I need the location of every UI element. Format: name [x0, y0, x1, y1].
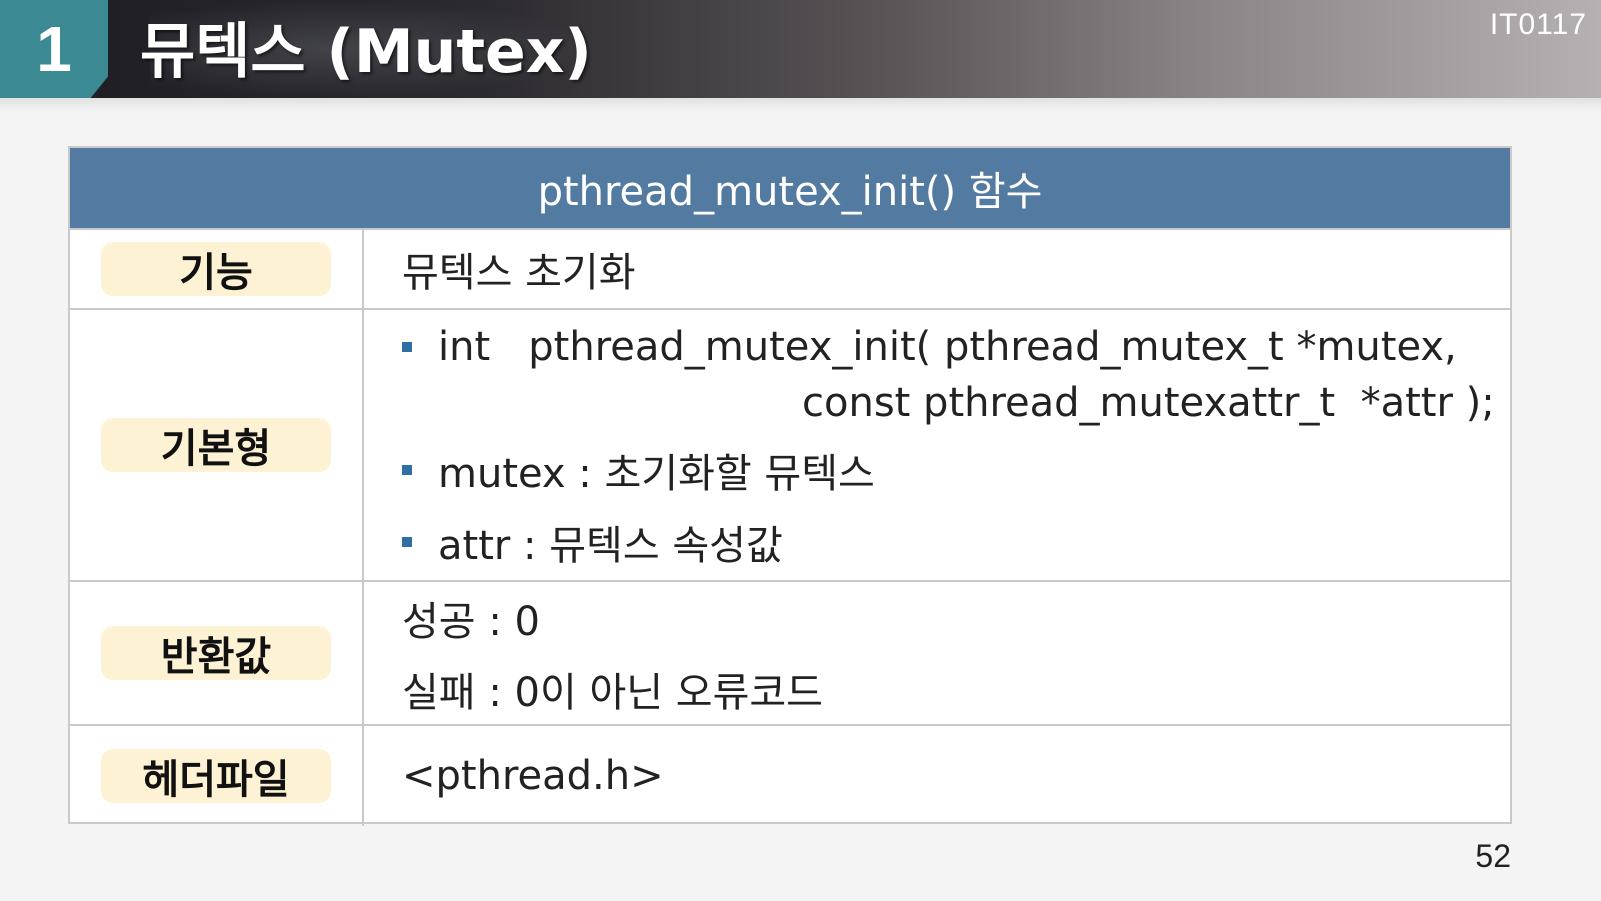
- table-row-header-file: 헤더파일 <pthread.h>: [70, 726, 1510, 826]
- table-heading: pthread_mutex_init() 함수: [70, 148, 1510, 230]
- return-success: 성공 : 0: [402, 598, 540, 645]
- bullet-square-icon: [402, 465, 412, 475]
- row-label: 기본형: [101, 418, 331, 472]
- bullet-param-mutex: mutex : 초기화할 뮤텍스: [402, 434, 1510, 506]
- bullet-square-icon: [402, 537, 412, 547]
- return-failure: 실패 : 0이 아닌 오류코드: [402, 669, 823, 716]
- section-number: 1: [0, 0, 108, 98]
- label-cell: 반환값: [70, 582, 364, 724]
- value-cell: <pthread.h>: [364, 726, 1510, 826]
- label-cell: 헤더파일: [70, 726, 364, 826]
- label-cell: 기능: [70, 230, 364, 308]
- value-cell: 뮤텍스 초기화: [364, 230, 1510, 308]
- banner-shadow: [0, 98, 1601, 112]
- function-table: pthread_mutex_init() 함수 기능 뮤텍스 초기화 기본형 i…: [68, 146, 1512, 826]
- table-row-function: 기능 뮤텍스 초기화: [70, 230, 1510, 310]
- value-cell: int pthread_mutex_init( pthread_mutex_t …: [364, 310, 1510, 580]
- label-cell: 기본형: [70, 310, 364, 580]
- row-label: 반환값: [101, 626, 331, 680]
- prototype-line-1: int pthread_mutex_init( pthread_mutex_t …: [438, 324, 1457, 370]
- param-mutex: mutex : 초기화할 뮤텍스: [438, 451, 875, 497]
- table-row-return: 반환값 성공 : 0 실패 : 0이 아닌 오류코드: [70, 582, 1510, 726]
- prototype-line-2: const pthread_mutexattr_t *attr );: [802, 380, 1495, 426]
- slide-title: 뮤텍스 (Mutex): [140, 17, 592, 87]
- bullet-param-attr: attr : 뮤텍스 속성값: [402, 506, 1510, 578]
- course-code: IT0117: [1489, 8, 1587, 41]
- table-row-prototype: 기본형 int pthread_mutex_init( pthread_mute…: [70, 310, 1510, 582]
- param-attr: attr : 뮤텍스 속성값: [438, 523, 783, 569]
- row-label: 기능: [101, 242, 331, 296]
- bullet-square-icon: [402, 342, 412, 352]
- value-cell: 성공 : 0 실패 : 0이 아닌 오류코드: [364, 582, 1510, 724]
- function-description: 뮤텍스 초기화: [402, 250, 636, 296]
- page-number: 52: [1475, 838, 1511, 874]
- row-label: 헤더파일: [101, 749, 331, 803]
- bullet-prototype: int pthread_mutex_init( pthread_mutex_t …: [402, 320, 1510, 374]
- header-file-name: <pthread.h>: [402, 753, 664, 799]
